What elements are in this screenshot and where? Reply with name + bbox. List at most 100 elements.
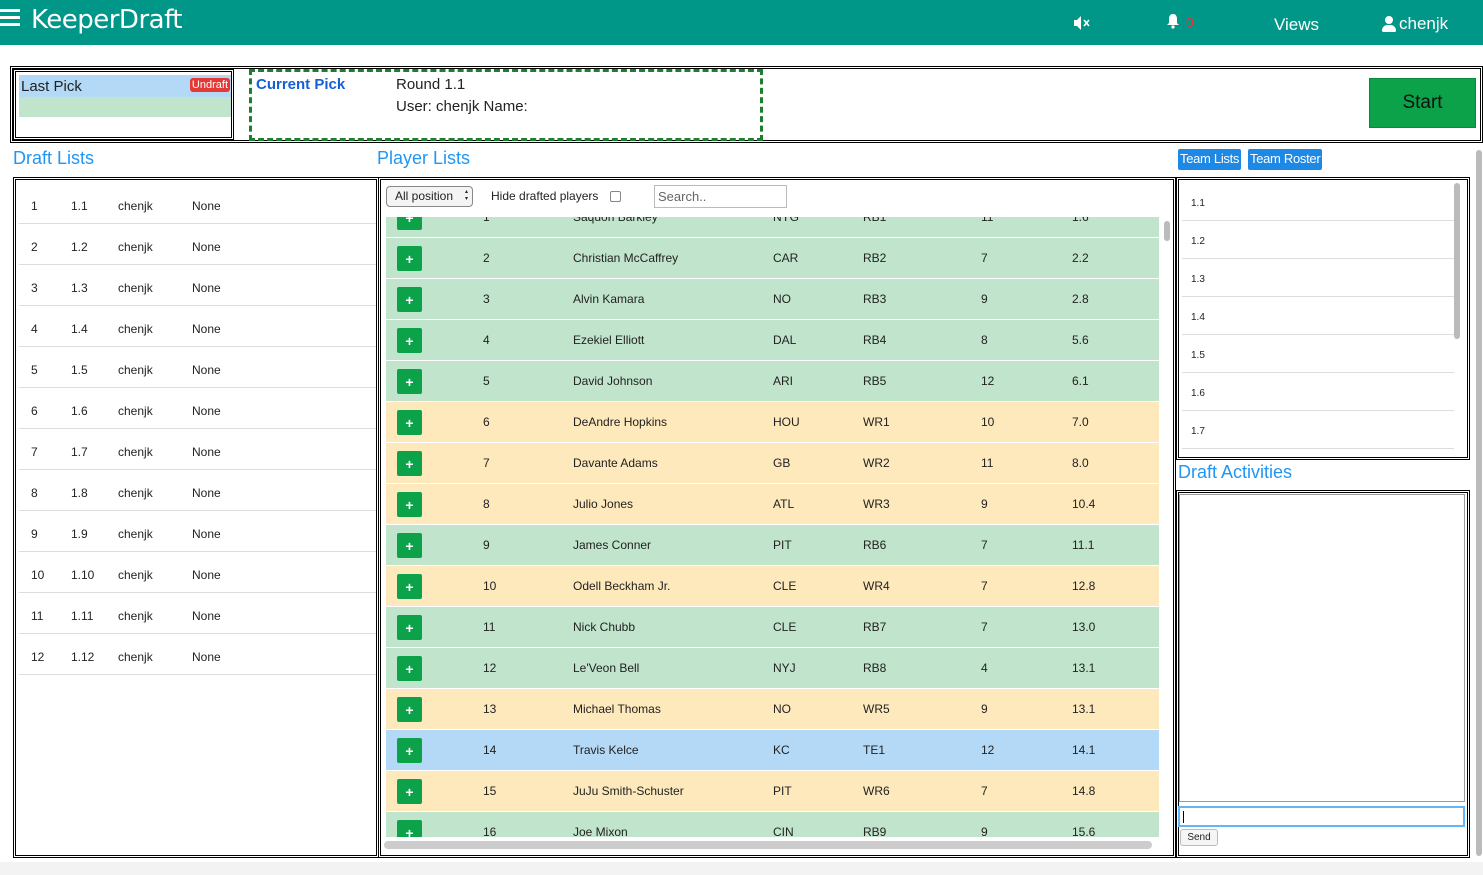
team-lists-panel: 1.1 1.2 1.3 1.4 1.5 1.6 1.7 1.8 (1176, 177, 1470, 460)
draft-pick: 1.2 (71, 240, 88, 254)
scrollbar-thumb[interactable] (1164, 221, 1170, 241)
team-pick-row[interactable]: 1.4 (1182, 297, 1454, 335)
player-name: Davante Adams (573, 456, 658, 470)
team-pick-label: 1.1 (1191, 198, 1205, 209)
start-draft-button[interactable]: Start (1369, 78, 1476, 128)
add-player-button[interactable]: + (397, 217, 422, 230)
player-table-vertical-scrollbar[interactable] (1162, 217, 1172, 837)
draft-no: 3 (31, 281, 38, 295)
chat-message-input[interactable] (1178, 806, 1465, 827)
scrollbar-thumb[interactable] (1454, 183, 1460, 339)
position-filter-select[interactable]: All position (386, 186, 473, 207)
team-pick-row[interactable]: 1.6 (1182, 373, 1454, 411)
add-player-button[interactable]: + (397, 410, 422, 435)
draft-list-row: 1 1.1 chenjk None (19, 183, 376, 224)
draft-lists-title: Draft Lists (13, 148, 95, 168)
add-player-button[interactable]: + (397, 451, 422, 476)
player-rank: 6 (483, 415, 490, 429)
scrollbar-thumb[interactable] (1476, 150, 1482, 856)
add-player-button[interactable]: + (397, 246, 422, 271)
draft-player: None (192, 199, 221, 213)
user-menu[interactable]: chenjk (1382, 14, 1448, 34)
player-team: KC (773, 743, 790, 757)
draft-list-row: 6 1.6 chenjk None (19, 388, 376, 429)
draft-player: None (192, 527, 221, 541)
user-icon (1382, 16, 1396, 32)
add-player-button[interactable]: + (397, 779, 422, 804)
last-pick-label: Last Pick (21, 78, 82, 95)
add-player-button[interactable]: + (397, 533, 422, 558)
player-bye: 11 (981, 217, 994, 224)
hide-drafted-label: Hide drafted players (491, 189, 599, 203)
team-pick-row[interactable]: 1.5 (1182, 335, 1454, 373)
player-table: +1 Saquon Barkley NYG RB1 11 1.6 +2 Christian M… (386, 217, 1159, 837)
team-pick-row[interactable]: 1.8 (1182, 449, 1454, 455)
player-position: RB8 (863, 661, 887, 675)
player-position: RB6 (863, 538, 887, 552)
player-name: Odell Beckham Jr. (573, 579, 671, 593)
team-pick-row[interactable]: 1.1 (1182, 183, 1454, 221)
team-pick-row[interactable]: 1.2 (1182, 221, 1454, 259)
add-player-button[interactable]: + (397, 656, 422, 681)
add-player-button[interactable]: + (397, 328, 422, 353)
player-row: +8 Julio Jones ATL WR3 9 10.4 (386, 484, 1159, 525)
team-list-scrollbar[interactable] (1452, 183, 1462, 455)
player-position: RB3 (863, 292, 887, 306)
add-player-button[interactable]: + (397, 820, 422, 837)
player-team: CAR (773, 251, 799, 265)
player-rank: 14 (483, 743, 497, 757)
draft-no: 2 (31, 240, 38, 254)
send-button[interactable]: Send (1180, 829, 1218, 846)
add-player-button[interactable]: + (397, 287, 422, 312)
activity-log-textarea[interactable] (1179, 494, 1465, 802)
player-name: Travis Kelce (573, 743, 639, 757)
draft-list-row: 11 1.11 chenjk None (19, 593, 376, 634)
player-name: Julio Jones (573, 497, 634, 511)
bell-icon[interactable] (1166, 13, 1180, 29)
player-position: RB4 (863, 333, 887, 347)
page-scrollbar[interactable] (1474, 150, 1483, 860)
draft-pick: 1.10 (71, 568, 95, 582)
draft-player: None (192, 445, 221, 459)
draft-pick: 1.9 (71, 527, 88, 541)
undraft-button[interactable]: Undraft (189, 78, 230, 92)
player-team: PIT (773, 538, 792, 552)
player-row: +9 James Conner PIT RB6 7 11.1 (386, 525, 1159, 566)
mute-icon[interactable] (1073, 15, 1091, 31)
draft-list-row: 2 1.2 chenjk None (19, 224, 376, 265)
brand-logo[interactable]: KeeperDraft (31, 5, 182, 35)
draft-list-row: 10 1.10 chenjk None (19, 552, 376, 593)
tab-team-lists[interactable]: Team Lists (1178, 149, 1242, 170)
draft-user: chenjk (118, 650, 153, 664)
draft-player: None (192, 363, 221, 377)
tab-team-roster[interactable]: Team Roster (1248, 149, 1323, 170)
player-bye: 7 (981, 251, 988, 265)
player-row: +2 Christian McCaffrey CAR RB2 7 2.2 (386, 238, 1159, 279)
add-player-button[interactable]: + (397, 492, 422, 517)
team-pick-row[interactable]: 1.3 (1182, 259, 1454, 297)
player-team: NO (773, 292, 791, 306)
add-player-button[interactable]: + (397, 697, 422, 722)
draft-user: chenjk (118, 363, 153, 377)
draft-pick: 1.11 (71, 609, 94, 623)
add-player-button[interactable]: + (397, 574, 422, 599)
player-bye: 11 (981, 456, 994, 470)
player-name: JuJu Smith-Schuster (573, 784, 684, 798)
player-bye: 7 (981, 620, 988, 634)
add-player-button[interactable]: + (397, 369, 422, 394)
player-bye: 7 (981, 579, 988, 593)
player-team: CLE (773, 579, 797, 593)
add-player-button[interactable]: + (397, 738, 422, 763)
player-table-horizontal-scrollbar[interactable] (384, 841, 1152, 849)
hamburger-menu-icon[interactable] (0, 9, 22, 29)
views-menu[interactable]: Views (1274, 15, 1319, 35)
player-row: +6 DeAndre Hopkins HOU WR1 10 7.0 (386, 402, 1159, 443)
player-search-input[interactable]: Search.. (654, 185, 787, 208)
hide-drafted-checkbox[interactable] (610, 191, 621, 202)
player-team: HOU (773, 415, 800, 429)
draft-no: 10 (31, 568, 45, 582)
player-rank: 10 (483, 579, 497, 593)
add-player-button[interactable]: + (397, 615, 422, 640)
team-pick-label: 1.5 (1191, 350, 1205, 361)
team-pick-row[interactable]: 1.7 (1182, 411, 1454, 449)
